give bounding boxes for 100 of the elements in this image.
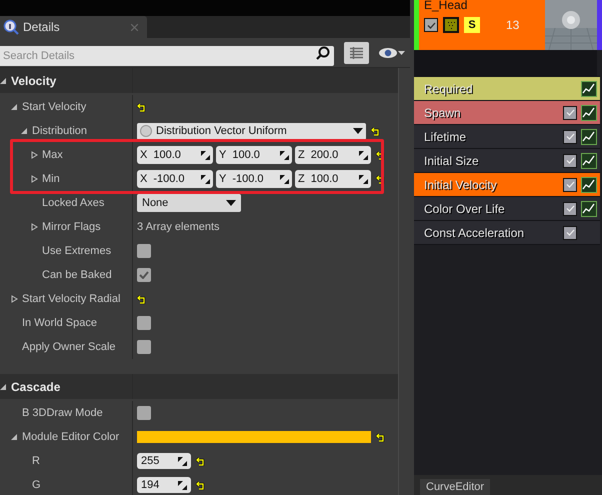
curve-icon[interactable]: [581, 104, 597, 120]
spin-arrows-icon: [178, 456, 187, 466]
solo-toggle[interactable]: S: [464, 17, 480, 33]
reset-icon[interactable]: [371, 126, 380, 136]
reset-icon[interactable]: [196, 480, 205, 490]
module-checkbox[interactable]: [563, 130, 577, 144]
property-label: Start Velocity: [22, 100, 86, 115]
eye-icon[interactable]: [379, 46, 405, 58]
module-label: Initial Size: [424, 152, 480, 170]
list-icon: [350, 46, 363, 58]
distribution-dropdown[interactable]: Distribution Vector Uniform: [137, 122, 366, 140]
module-row[interactable]: Const Acceleration: [414, 221, 600, 244]
reset-icon[interactable]: [376, 432, 385, 442]
check-icon: [139, 271, 149, 279]
check-icon: [566, 109, 574, 116]
curve-icon[interactable]: [581, 176, 597, 192]
spin-arrows-icon: [178, 480, 187, 490]
expand-arrow-icon[interactable]: [11, 295, 18, 303]
module-label: Required: [424, 80, 474, 98]
emitter-checkbox[interactable]: [424, 18, 438, 32]
caret-icon: [226, 200, 236, 206]
module-checkbox[interactable]: [563, 154, 577, 168]
property-label: B 3DDraw Mode: [22, 406, 103, 421]
property-label: Apply Owner Scale: [22, 340, 116, 355]
check-icon: [426, 22, 436, 28]
checkbox[interactable]: [137, 316, 151, 330]
module-row[interactable]: Lifetime: [414, 125, 600, 148]
info-magnifier-icon: [3, 19, 19, 35]
curve-icon[interactable]: [581, 200, 597, 216]
number-field[interactable]: 255: [137, 453, 191, 469]
particle-count: 13: [506, 17, 520, 34]
module-checkbox[interactable]: [563, 106, 577, 120]
module-label: Initial Velocity: [424, 176, 498, 194]
search-icon[interactable]: [316, 46, 330, 60]
checkbox[interactable]: [137, 340, 151, 354]
spin-arrows-icon: [280, 174, 289, 184]
check-icon: [566, 181, 574, 188]
reset-icon[interactable]: [137, 102, 146, 112]
property-label: G: [32, 478, 41, 493]
dotted-grid-icon[interactable]: [443, 17, 459, 33]
property-label: Use Extremes: [42, 244, 112, 259]
collapse-arrow-icon[interactable]: [21, 127, 28, 135]
check-icon: [566, 229, 574, 236]
checkbox[interactable]: [137, 268, 151, 282]
check-icon: [566, 133, 574, 140]
property-label: R: [32, 454, 40, 469]
property-label: Start Velocity Radial: [22, 292, 120, 307]
section-header[interactable]: Velocity: [0, 68, 398, 93]
vector-field[interactable]: X 100.0: [137, 146, 213, 164]
spin-arrows-icon: [201, 150, 210, 160]
curve-editor-tab[interactable]: CurveEditor: [420, 479, 490, 495]
number-field[interactable]: 194: [137, 477, 191, 493]
module-label: Color Over Life: [424, 200, 506, 218]
spin-arrows-icon: [359, 150, 368, 160]
collapse-arrow-icon[interactable]: [11, 433, 18, 441]
collapse-arrow-icon[interactable]: [0, 382, 7, 390]
section-header[interactable]: Cascade: [0, 374, 398, 399]
module-checkbox[interactable]: [563, 178, 577, 192]
property-label: Min: [42, 172, 60, 187]
view-options-button[interactable]: [344, 42, 369, 64]
color-swatch[interactable]: [137, 431, 371, 443]
property-label: Distribution: [32, 124, 88, 139]
vector-field[interactable]: Y 100.0: [216, 146, 292, 164]
checkbox[interactable]: [137, 244, 151, 258]
locked-axes-dropdown[interactable]: None: [137, 194, 241, 212]
vector-field[interactable]: Z 200.0: [295, 146, 371, 164]
collapse-arrow-icon[interactable]: [0, 76, 7, 84]
curve-icon[interactable]: [581, 152, 597, 168]
checkbox[interactable]: [137, 406, 151, 420]
details-tab[interactable]: Details: [0, 16, 147, 38]
property-label: In World Space: [22, 316, 98, 331]
property-label: Module Editor Color: [22, 430, 120, 445]
reset-icon[interactable]: [137, 294, 146, 304]
emitter-name: E_Head: [424, 0, 468, 11]
vector-field[interactable]: X -100.0: [137, 170, 213, 188]
module-row[interactable]: Initial Size: [414, 149, 600, 172]
search-field[interactable]: Search Details: [0, 46, 334, 66]
spin-arrows-icon: [280, 150, 289, 160]
expand-arrow-icon[interactable]: [31, 151, 38, 159]
vector-field[interactable]: Z 100.0: [295, 170, 371, 188]
property-label: Can be Baked: [42, 268, 112, 283]
module-label: Const Acceleration: [424, 224, 526, 242]
array-count: 3 Array elements: [137, 220, 220, 235]
vector-field[interactable]: Y -100.0: [216, 170, 292, 188]
expand-arrow-icon[interactable]: [31, 223, 38, 231]
property-label: Locked Axes: [42, 196, 104, 211]
module-checkbox[interactable]: [563, 226, 577, 240]
module-checkbox[interactable]: [563, 202, 577, 216]
curve-icon[interactable]: [581, 80, 597, 96]
spin-arrows-icon: [359, 174, 368, 184]
reset-icon[interactable]: [196, 456, 205, 466]
property-label: Max: [42, 148, 63, 163]
expand-arrow-icon[interactable]: [31, 175, 38, 183]
module-row[interactable]: Color Over Life: [414, 197, 600, 220]
emitter-header[interactable]: E_Head S 13: [414, 0, 597, 50]
property-label: Mirror Flags: [42, 220, 101, 235]
collapse-arrow-icon[interactable]: [11, 103, 18, 111]
curve-icon[interactable]: [581, 128, 597, 144]
module-label: Lifetime: [424, 128, 468, 146]
spin-arrows-icon: [201, 174, 210, 184]
